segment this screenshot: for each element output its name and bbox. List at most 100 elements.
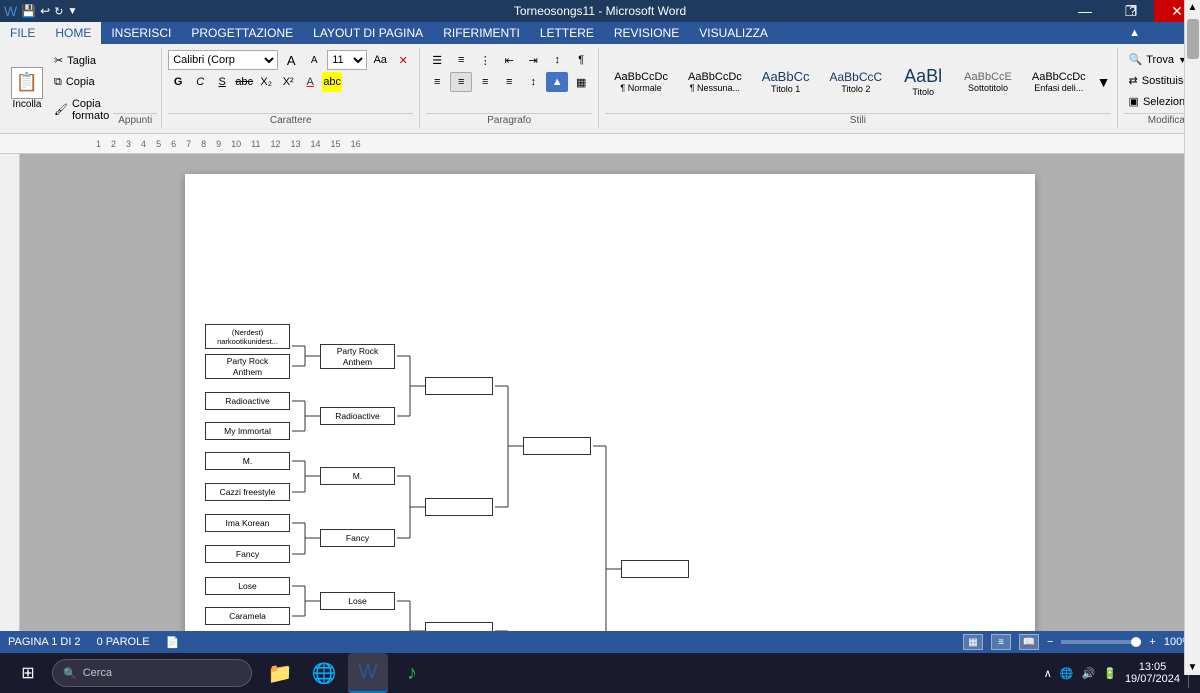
shrink-font-button[interactable]: A <box>304 50 324 70</box>
scroll-up-button[interactable]: ▲ <box>1186 0 1200 15</box>
restore-button[interactable]: ❐ <box>1108 0 1154 22</box>
menu-inserisci[interactable]: INSERISCI <box>101 22 181 44</box>
read-mode-button[interactable]: 📖 <box>1019 634 1039 650</box>
menu-revisione[interactable]: REVISIONE <box>604 22 689 44</box>
styles-row: AaBbCcDc ¶ Normale AaBbCcDc ¶ Nessuna...… <box>605 50 1110 113</box>
tray-chevron[interactable]: ∧ <box>1044 667 1052 680</box>
search-icon: 🔍 <box>63 667 77 680</box>
paste-label: Incolla <box>13 99 42 110</box>
style-titolo2-preview: AaBbCcC <box>829 70 882 84</box>
multilevel-button[interactable]: ⋮ <box>474 50 496 70</box>
volume-icon[interactable]: 🔊 <box>1082 667 1096 680</box>
style-sottotitolo-preview: AaBbCcE <box>964 71 1012 83</box>
underline-button[interactable]: S <box>212 72 232 92</box>
bracket-r1-1: (Nerdest)narkootikunidest... <box>205 324 290 349</box>
web-layout-button[interactable]: ≡ <box>991 634 1011 650</box>
style-sottotitolo-button[interactable]: AaBbCcE Sottotitolo <box>955 54 1021 110</box>
zoom-out-button[interactable]: − <box>1047 636 1053 648</box>
undo-icon[interactable]: ↩ <box>40 4 50 18</box>
para-row1: ☰ ≡ ⋮ ⇤ ⇥ ↕ ¶ <box>426 50 592 70</box>
style-nonessuna-button[interactable]: AaBbCcDc ¶ Nessuna... <box>679 54 751 110</box>
document-area[interactable]: (Nerdest)narkootikunidest... Party RockA… <box>20 154 1200 631</box>
grow-font-button[interactable]: A <box>281 50 301 70</box>
style-enfasi-button[interactable]: AaBbCcDc Enfasi deli... <box>1023 54 1095 110</box>
bold-button[interactable]: G <box>168 72 188 92</box>
font-case-button[interactable]: Aa <box>370 50 390 70</box>
bracket-r5-1 <box>621 560 689 578</box>
taskbar-chrome[interactable]: 🌐 <box>304 653 344 693</box>
style-sottotitolo-label: Sottotitolo <box>968 83 1008 93</box>
menu-visualizza[interactable]: VISUALIZZA <box>689 22 778 44</box>
menu-home[interactable]: HOME <box>45 22 101 44</box>
minimize-button[interactable]: — <box>1062 0 1108 22</box>
show-marks-button[interactable]: ¶ <box>570 50 592 70</box>
zoom-thumb[interactable] <box>1131 637 1141 647</box>
cut-button[interactable]: ✂ Taglia <box>50 52 113 69</box>
bracket-r2-4: Fancy <box>320 529 395 547</box>
align-center-button[interactable]: ≡ <box>450 72 472 92</box>
sort-button[interactable]: ↕ <box>546 50 568 70</box>
network-icon[interactable]: 🌐 <box>1060 667 1074 680</box>
shading-button[interactable]: ▲ <box>546 72 568 92</box>
format-painter-button[interactable]: 🖌 Copia formato <box>50 96 113 124</box>
styles-more-button[interactable]: ▼ <box>1097 74 1111 90</box>
zoom-slider[interactable] <box>1061 640 1141 644</box>
customize-icon[interactable]: ▼ <box>67 6 77 17</box>
align-right-button[interactable]: ≡ <box>474 72 496 92</box>
paste-button[interactable]: 📋 Incolla <box>8 50 46 126</box>
ruler: 12345 678910 1112131415 16 <box>0 134 1200 154</box>
menu-riferimenti[interactable]: RIFERIMENTI <box>433 22 530 44</box>
font-family-select[interactable]: Calibri (Corp <box>168 50 278 70</box>
bullets-button[interactable]: ☰ <box>426 50 448 70</box>
menu-progettazione[interactable]: PROGETTAZIONE <box>181 22 303 44</box>
document-page[interactable]: (Nerdest)narkootikunidest... Party RockA… <box>185 174 1035 631</box>
start-button[interactable]: ⊞ <box>8 653 48 693</box>
increase-indent-button[interactable]: ⇥ <box>522 50 544 70</box>
borders-button[interactable]: ▦ <box>570 72 592 92</box>
clipboard-right: ✂ Taglia ⧉ Copia 🖌 Copia formato <box>46 50 113 126</box>
font-color-button[interactable]: A <box>300 72 320 92</box>
styles-group-label: Stili <box>605 113 1110 126</box>
zoom-in-button[interactable]: + <box>1149 636 1155 648</box>
italic-button[interactable]: C <box>190 72 210 92</box>
sidebar-left <box>0 154 20 631</box>
scrollbar-right[interactable]: ▲ ▼ <box>1184 0 1200 675</box>
decrease-indent-button[interactable]: ⇤ <box>498 50 520 70</box>
redo-icon[interactable]: ↻ <box>54 5 63 18</box>
align-left-button[interactable]: ≡ <box>426 72 448 92</box>
bracket-r3-2 <box>425 498 493 516</box>
taskbar-explorer[interactable]: 📁 <box>260 653 300 693</box>
style-titolo-button[interactable]: AaBl Titolo <box>893 54 953 110</box>
copy-button[interactable]: ⧉ Copia <box>50 74 113 91</box>
bracket-r3-3 <box>425 622 493 631</box>
print-layout-button[interactable]: ▦ <box>963 634 983 650</box>
clock[interactable]: 13:05 19/07/2024 <box>1125 661 1180 685</box>
style-titolo-label: Titolo <box>912 87 934 97</box>
menu-lettere[interactable]: LETTERE <box>530 22 604 44</box>
style-normal-button[interactable]: AaBbCcDc ¶ Normale <box>605 54 677 110</box>
bracket-r1-9: Lose <box>205 577 290 595</box>
style-titolo2-button[interactable]: AaBbCcC Titolo 2 <box>820 54 891 110</box>
scroll-down-button[interactable]: ▼ <box>1186 660 1200 675</box>
menu-layout[interactable]: LAYOUT DI PAGINA <box>303 22 433 44</box>
bracket-r3-1 <box>425 377 493 395</box>
save-icon[interactable]: 💾 <box>21 4 36 18</box>
taskbar-spotify[interactable]: ♪ <box>392 653 432 693</box>
search-bar[interactable]: 🔍 Cerca <box>52 659 252 687</box>
strikethrough-button[interactable]: abc <box>234 72 254 92</box>
numbering-button[interactable]: ≡ <box>450 50 472 70</box>
justify-button[interactable]: ≡ <box>498 72 520 92</box>
style-titolo1-button[interactable]: AaBbCc Titolo 1 <box>753 54 819 110</box>
clear-formatting-button[interactable]: ✕ <box>393 50 413 70</box>
taskbar-icons: 📁 🌐 W ♪ <box>260 653 432 693</box>
scroll-thumb[interactable] <box>1187 19 1199 59</box>
line-spacing-button[interactable]: ↕ <box>522 72 544 92</box>
subscript-button[interactable]: X₂ <box>256 72 276 92</box>
taskbar-word[interactable]: W <box>348 653 388 693</box>
font-size-select[interactable]: 11 <box>327 50 367 70</box>
word-icon: W <box>4 3 17 19</box>
highlight-button[interactable]: abc <box>322 72 342 92</box>
copy-icon: ⧉ <box>54 76 62 89</box>
superscript-button[interactable]: X² <box>278 72 298 92</box>
menu-file[interactable]: FILE <box>0 22 45 44</box>
